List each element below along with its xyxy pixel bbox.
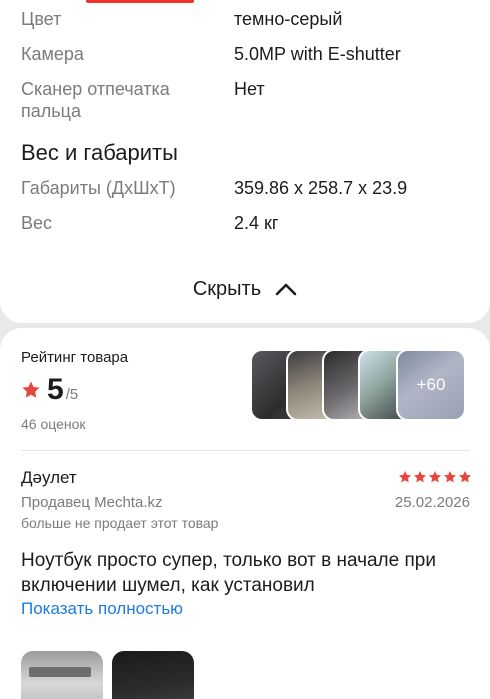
section-title-weight-dimensions: Вес и габариты <box>21 140 178 165</box>
rating-value: 5 <box>47 373 64 406</box>
star-icon <box>443 471 457 483</box>
review-attached-photo[interactable] <box>112 651 194 699</box>
show-more-link[interactable]: Показать полностью <box>21 599 183 619</box>
product-specs-card: Цвет темно-серый Камера 5.0MP with E-shu… <box>0 0 490 323</box>
review-seller-note: больше не продает этот товар <box>21 515 219 531</box>
spec-value: 2.4 кг <box>234 213 279 233</box>
spec-value: Нет <box>234 79 265 99</box>
star-icon <box>22 381 40 398</box>
spec-label: Габариты (ДхШхТ) <box>21 178 176 198</box>
review-seller: Продавец Mechta.kz <box>21 494 163 511</box>
rating-max: /5 <box>65 386 79 403</box>
star-icon <box>428 471 442 483</box>
review-photos-gallery[interactable]: +60 <box>250 349 470 421</box>
star-icon <box>398 471 412 483</box>
review-author: Дәулет <box>21 468 77 487</box>
active-tab-indicator <box>86 0 194 3</box>
spec-value: темно-серый <box>234 9 343 29</box>
rating-count: 46 оценок <box>21 416 86 432</box>
more-photos-count: +60 <box>416 375 446 394</box>
laptop-photo-detail <box>29 667 91 677</box>
star-icon <box>458 471 472 483</box>
spec-label: Сканер отпечатка пальца <box>21 79 170 121</box>
review-date: 25.02.2026 <box>394 494 470 511</box>
divider <box>21 450 470 451</box>
more-photos-button[interactable]: +60 <box>396 349 466 421</box>
spec-value: 5.0MP with E-shutter <box>234 44 401 64</box>
review-stars <box>398 470 472 484</box>
star-icon <box>413 471 427 483</box>
rating-title: Рейтинг товара <box>21 349 129 366</box>
hide-specs-button[interactable]: Скрыть <box>0 272 490 306</box>
spec-label: Цвет <box>21 9 62 29</box>
review-text: Ноутбук просто супер, только вот в начал… <box>21 550 436 596</box>
chevron-up-icon <box>275 283 297 296</box>
review-attached-photo[interactable] <box>21 651 103 699</box>
rating-summary: 5 /5 <box>21 374 78 406</box>
spec-label: Вес <box>21 213 53 233</box>
spec-label: Камера <box>21 44 84 64</box>
spec-value: 359.86 x 258.7 x 23.9 <box>234 178 408 198</box>
hide-specs-label: Скрыть <box>192 277 262 300</box>
